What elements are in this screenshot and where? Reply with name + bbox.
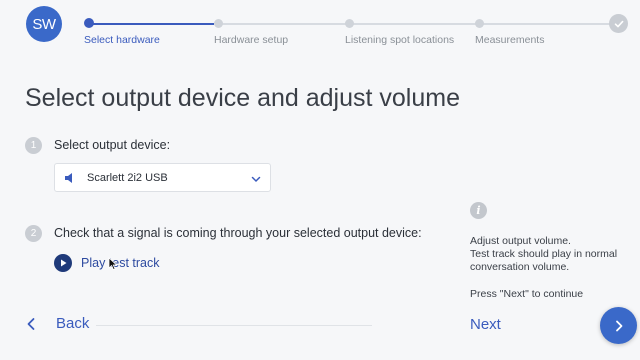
help-text-line2: Test track should play in normal bbox=[470, 248, 618, 260]
wizard-stepper: Select hardware Hardware setup Listening… bbox=[0, 0, 640, 50]
output-device-label: Select output device: bbox=[54, 138, 171, 152]
chevron-right-icon bbox=[615, 320, 622, 331]
output-device-select[interactable]: Scarlett 2i2 USB bbox=[54, 163, 271, 192]
step-dot-hardware-setup bbox=[214, 19, 223, 28]
step-label-measurements: Measurements bbox=[475, 34, 545, 46]
back-button[interactable]: Back bbox=[26, 315, 89, 332]
next-button[interactable] bbox=[600, 307, 637, 344]
step-dot-measurements bbox=[475, 19, 484, 28]
speaker-icon bbox=[63, 171, 77, 185]
output-device-value: Scarlett 2i2 USB bbox=[87, 171, 168, 184]
chevron-left-icon bbox=[27, 317, 35, 330]
help-text-line3: conversation volume. bbox=[470, 261, 570, 273]
play-test-track-link[interactable]: Play test track bbox=[81, 256, 160, 270]
mouse-cursor-icon bbox=[108, 257, 118, 271]
chevron-down-icon[interactable] bbox=[250, 172, 262, 184]
check-icon bbox=[609, 14, 628, 33]
next-label[interactable]: Next bbox=[470, 316, 501, 333]
step-label-hardware-setup: Hardware setup bbox=[214, 34, 289, 46]
play-icon bbox=[61, 259, 67, 267]
stepper-track-active bbox=[92, 23, 214, 25]
stepper-track bbox=[218, 23, 610, 25]
step-label-listening-spots: Listening spot locations bbox=[345, 34, 455, 46]
help-text-line1: Adjust output volume. bbox=[470, 235, 571, 247]
back-label: Back bbox=[56, 315, 90, 332]
step-number-2: 2 bbox=[25, 225, 42, 242]
page-title: Select output device and adjust volume bbox=[25, 84, 460, 112]
help-text-continue: Press "Next" to continue bbox=[470, 288, 584, 300]
info-icon: i bbox=[470, 202, 487, 219]
signal-check-label: Check that a signal is coming through yo… bbox=[54, 226, 422, 240]
footer-divider bbox=[96, 325, 372, 326]
step-number-1: 1 bbox=[25, 137, 42, 154]
step-label-select-hardware: Select hardware bbox=[84, 34, 160, 46]
step-dot-select-hardware bbox=[84, 18, 94, 28]
play-button[interactable] bbox=[54, 254, 72, 272]
step-dot-listening-spots bbox=[345, 19, 354, 28]
